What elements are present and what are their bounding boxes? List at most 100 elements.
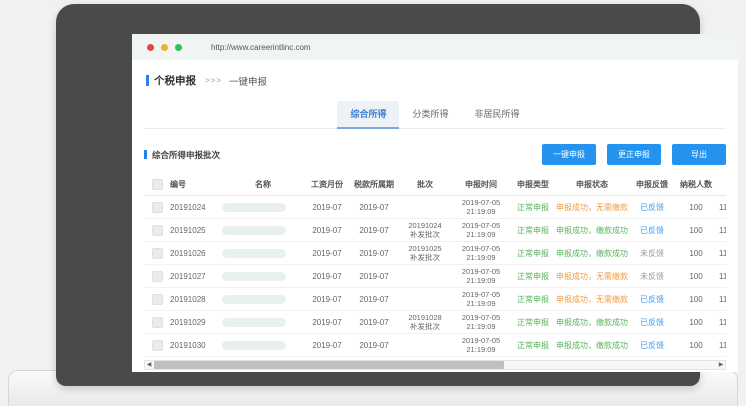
row-checkbox[interactable] xyxy=(152,225,163,236)
name-placeholder xyxy=(222,341,286,350)
laptop-screen: http://www.careerintlinc.com 个税申报 >>> 一键… xyxy=(56,4,700,386)
tab-classified-income[interactable]: 分类所得 xyxy=(399,101,461,128)
cell-clipped-column: 11 xyxy=(716,226,726,235)
cell-batch-id: 20191027 xyxy=(170,272,222,281)
header-salary-month: 工资月份 xyxy=(304,179,350,190)
table-header-row: 编号 名称 工资月份 税款所属期 批次 申报时间 申报类型 申报状态 申报反馈 … xyxy=(144,174,726,196)
cell-declare-status: 申报成功，缴款成功 xyxy=(556,317,628,328)
cell-declare-time: 2019-07-05 21:19:09 xyxy=(452,313,510,331)
table-row: 20191030 2019-07 2019-07 2019-07-05 21:1… xyxy=(144,334,726,357)
breadcrumb-current: 一键申报 xyxy=(229,74,267,88)
one-click-declare-button[interactable]: 一键申报 xyxy=(542,144,596,165)
cell-salary-month: 2019-07 xyxy=(304,318,350,327)
cell-declare-status: 申报成功，无需缴款 xyxy=(556,202,628,213)
row-checkbox[interactable] xyxy=(152,294,163,305)
header-declare-time: 申报时间 xyxy=(452,179,510,190)
income-type-tabs: 综合所得 分类所得 非居民所得 xyxy=(144,101,726,129)
name-placeholder xyxy=(222,249,286,258)
scrollbar-thumb[interactable] xyxy=(154,361,504,369)
address-bar[interactable]: http://www.careerintlinc.com xyxy=(211,43,311,52)
header-batch: 批次 xyxy=(398,179,452,190)
cell-batch: 20191024 补发批次 xyxy=(398,221,452,239)
cell-name xyxy=(222,248,304,257)
horizontal-scrollbar[interactable]: ◀ ▶ xyxy=(144,360,726,370)
cell-tax-period: 2019-07 xyxy=(350,203,398,212)
cell-clipped-column: 11 xyxy=(716,203,726,212)
select-all-checkbox[interactable] xyxy=(152,179,163,190)
cell-declare-time: 2019-07-05 21:19:09 xyxy=(452,244,510,262)
cell-declare-status: 申报成功，缴款成功 xyxy=(556,225,628,236)
cell-tax-period: 2019-07 xyxy=(350,249,398,258)
correct-declare-button[interactable]: 更正申报 xyxy=(607,144,661,165)
cell-salary-month: 2019-07 xyxy=(304,341,350,350)
cell-feedback: 已反馈 xyxy=(628,340,676,351)
cell-batch: 20191028 补发批次 xyxy=(398,313,452,331)
cell-taxpayer-count: 100 xyxy=(676,318,716,327)
cell-taxpayer-count: 100 xyxy=(676,272,716,281)
tab-comprehensive-income[interactable]: 综合所得 xyxy=(337,101,399,129)
header-declare-type: 申报类型 xyxy=(510,179,556,190)
header-declare-status: 申报状态 xyxy=(556,179,628,190)
cell-clipped-column: 11 xyxy=(716,295,726,304)
cell-declare-status: 申报成功，缴款成功 xyxy=(556,248,628,259)
table-row: 20191025 2019-07 2019-07 20191024 补发批次 2… xyxy=(144,219,726,242)
cell-taxpayer-count: 100 xyxy=(676,341,716,350)
scroll-left-icon[interactable]: ◀ xyxy=(145,361,153,369)
cell-declare-status: 申报成功，缴款成功 xyxy=(556,340,628,351)
cell-tax-period: 2019-07 xyxy=(350,318,398,327)
row-checkbox[interactable] xyxy=(152,271,163,282)
cell-declare-time: 2019-07-05 21:19:09 xyxy=(452,221,510,239)
scroll-right-icon[interactable]: ▶ xyxy=(717,361,725,369)
tab-nonresident-income[interactable]: 非居民所得 xyxy=(462,101,533,128)
close-window-icon[interactable] xyxy=(147,44,154,51)
cell-feedback: 未反馈 xyxy=(628,271,676,282)
cell-batch-id: 20191026 xyxy=(170,249,222,258)
row-checkbox[interactable] xyxy=(152,340,163,351)
breadcrumb-separator: >>> xyxy=(205,76,222,85)
scrollbar-track[interactable] xyxy=(153,361,717,369)
cell-declare-time: 2019-07-05 21:19:09 xyxy=(452,336,510,354)
table-row: 20191026 2019-07 2019-07 20191025 补发批次 2… xyxy=(144,242,726,265)
cell-declare-time: 2019-07-05 21:19:09 xyxy=(452,198,510,216)
table-row: 20191027 2019-07 2019-07 2019-07-05 21:1… xyxy=(144,265,726,288)
name-placeholder xyxy=(222,226,286,235)
header-id: 编号 xyxy=(170,179,222,190)
cell-batch-id: 20191024 xyxy=(170,203,222,212)
cell-taxpayer-count: 100 xyxy=(676,249,716,258)
row-checkbox[interactable] xyxy=(152,248,163,259)
cell-feedback: 已反馈 xyxy=(628,225,676,236)
panel-title: 综合所得申报批次 xyxy=(152,149,220,161)
maximize-window-icon[interactable] xyxy=(175,44,182,51)
cell-name xyxy=(222,225,304,234)
breadcrumb: 个税申报 >>> 一键申报 xyxy=(132,60,738,88)
cell-name xyxy=(222,294,304,303)
cell-declare-type: 正常申报 xyxy=(510,294,556,305)
table-row: 20191028 2019-07 2019-07 2019-07-05 21:1… xyxy=(144,288,726,311)
cell-clipped-column: 11 xyxy=(716,318,726,327)
cell-declare-type: 正常申报 xyxy=(510,248,556,259)
row-checkbox[interactable] xyxy=(152,202,163,213)
cell-declare-type: 正常申报 xyxy=(510,271,556,282)
row-checkbox[interactable] xyxy=(152,317,163,328)
cell-feedback: 已反馈 xyxy=(628,317,676,328)
accent-bar-icon xyxy=(146,75,149,86)
cell-batch-id: 20191029 xyxy=(170,318,222,327)
cell-tax-period: 2019-07 xyxy=(350,341,398,350)
cell-declare-type: 正常申报 xyxy=(510,202,556,213)
cell-feedback: 已反馈 xyxy=(628,202,676,213)
name-placeholder xyxy=(222,203,286,212)
laptop-mockup: http://www.careerintlinc.com 个税申报 >>> 一键… xyxy=(0,0,746,406)
export-button[interactable]: 导出 xyxy=(672,144,726,165)
cell-name xyxy=(222,202,304,211)
cell-declare-type: 正常申报 xyxy=(510,340,556,351)
cell-name xyxy=(222,317,304,326)
cell-tax-period: 2019-07 xyxy=(350,272,398,281)
cell-declare-time: 2019-07-05 21:19:09 xyxy=(452,267,510,285)
name-placeholder xyxy=(222,272,286,281)
browser-chrome: http://www.careerintlinc.com xyxy=(132,34,738,60)
minimize-window-icon[interactable] xyxy=(161,44,168,51)
cell-tax-period: 2019-07 xyxy=(350,295,398,304)
cell-salary-month: 2019-07 xyxy=(304,272,350,281)
cell-salary-month: 2019-07 xyxy=(304,203,350,212)
page-title: 个税申报 xyxy=(154,73,196,88)
